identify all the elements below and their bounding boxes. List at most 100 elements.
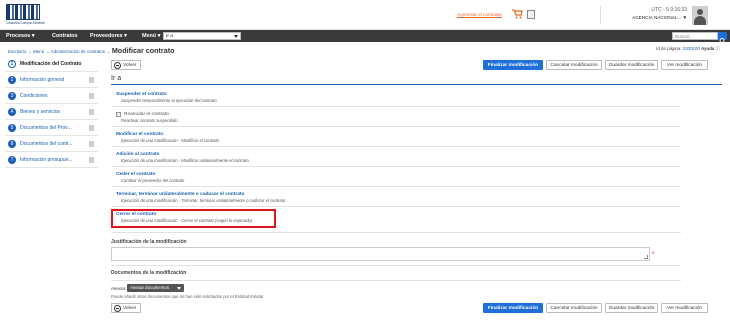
colombia-compra-logo[interactable]: Colombia Compra Eficiente: [6, 4, 45, 26]
steps-sidebar: 1 Modificación del Contrato 2 Información …: [6, 56, 98, 168]
option-terminar: Terminar, terminar unilateralmente o cad…: [116, 192, 676, 203]
lock-icon: [89, 77, 94, 83]
attach-documents-label: Anexar documentos: [130, 285, 170, 290]
page-id: Id de página: 2300100 Ayuda ⓘ: [600, 46, 720, 52]
option-suspender: Suspender el contrato Suspender temporal…: [116, 92, 676, 103]
breadcrumb-separator: →: [45, 49, 50, 54]
step-condiciones[interactable]: 3 Condiciones: [6, 88, 98, 104]
divider: [111, 146, 681, 147]
finish-modification-button-bottom[interactable]: Finalizar modificación: [483, 303, 543, 313]
utc-clock: UTC - 5 9:16:33: [651, 7, 687, 13]
step-bienes-servicios[interactable]: 4 Bienes y servicios: [6, 104, 98, 120]
nav-menu-label: Menú: [142, 33, 157, 39]
view-modification-button[interactable]: Ver modificación: [661, 60, 708, 70]
document-icon[interactable]: [527, 10, 535, 19]
lock-icon: [89, 125, 94, 131]
back-button[interactable]: Volver: [111, 60, 141, 70]
nav-contratos-label: Contratos: [52, 33, 78, 39]
avatar-head: [697, 9, 703, 15]
breadcrumb-admin[interactable]: Administración de contratos: [51, 49, 105, 54]
view-modification-button-bottom[interactable]: Ver modificación: [661, 303, 708, 313]
back-button-bottom[interactable]: Volver: [111, 303, 141, 313]
step-number: 6: [8, 140, 16, 148]
step-informacion-general[interactable]: 2 Información general: [6, 72, 98, 88]
divider: [111, 186, 681, 187]
header-divider: [600, 6, 601, 24]
nav-menu[interactable]: Menú ▾: [142, 30, 160, 42]
avatar-body: [694, 16, 706, 25]
option-ceder: Ceder el contrato Cambiar el proveedor d…: [116, 172, 676, 183]
step-label: Documentos del Prov...: [20, 125, 72, 131]
step-number: 2: [8, 76, 16, 84]
step-number: 7: [8, 156, 16, 164]
step-label: Condiciones: [20, 93, 48, 99]
attach-documents-button[interactable]: Anexar documentos: [127, 284, 184, 292]
option-title[interactable]: Ceder el contrato: [116, 172, 676, 177]
cancel-modification-button-bottom[interactable]: Cancelar modificación: [546, 303, 602, 313]
option-title[interactable]: Terminar, terminar unilateralmente o cad…: [116, 192, 676, 197]
option-description: Suspender temporalmente la ejecución del…: [121, 98, 217, 103]
option-adicion: Adición al contrato Ejecución de una mod…: [116, 152, 676, 163]
step-number: 1: [8, 60, 16, 68]
divider: [111, 280, 681, 281]
option-description: Ejecución de una modificación - Modifica…: [121, 158, 249, 163]
option-title[interactable]: Adición al contrato: [116, 152, 676, 157]
step-modificacion[interactable]: 1 Modificación del Contrato: [6, 56, 98, 72]
step-number: 3: [8, 92, 16, 100]
option-reanudar: Reanudar el contrato Reactivar contrato …: [116, 112, 676, 123]
agency-selector[interactable]: AGENCIA NACIONAL... ▼: [605, 15, 687, 20]
help-icon[interactable]: ⓘ: [716, 46, 720, 51]
step-label: Información general: [20, 77, 65, 83]
nav-proveedores[interactable]: Proveedores ▾: [90, 30, 127, 42]
lock-icon: [89, 109, 94, 115]
option-title[interactable]: Modificar el contrato: [116, 132, 676, 137]
section-divider: [111, 84, 722, 85]
page-id-label: Id de página:: [656, 46, 682, 51]
justification-textarea[interactable]: [111, 247, 650, 261]
option-modificar: Modificar el contrato Ejecución de una m…: [116, 132, 676, 143]
cancel-modification-button[interactable]: Cancelar modificación: [546, 60, 602, 70]
divider: [111, 126, 681, 127]
back-button-label: Volver: [123, 63, 137, 68]
search-button[interactable]: [718, 32, 727, 45]
step-informacion-presupuestal[interactable]: 7 Información presupue...: [6, 152, 98, 168]
save-modification-button[interactable]: Guardar modificación: [605, 60, 658, 70]
option-description: Reactivar contrato suspendido: [121, 118, 178, 123]
page-title: Modificar contrato: [111, 46, 175, 55]
top-header: Colombia Compra Eficiente Aumentar el co…: [0, 0, 730, 30]
step-label: Bienes y servicios: [20, 109, 61, 115]
goto-select[interactable]: Ir a: [163, 32, 241, 40]
resize-handle-icon[interactable]: [644, 255, 648, 259]
chevron-down-icon: [177, 287, 181, 290]
anexos-label: Anexos: [111, 286, 126, 291]
justification-label: Justificación de la modificación: [111, 239, 187, 245]
step-documentos-contrato[interactable]: 6 Documentos del contr...: [6, 136, 98, 152]
save-modification-button-bottom[interactable]: Guardar modificación: [605, 303, 658, 313]
back-arrow-icon: [114, 305, 121, 312]
cart-icon[interactable]: [512, 9, 523, 19]
breadcrumb-escritorio[interactable]: Escritorio: [8, 49, 26, 54]
step-label: Información presupue...: [20, 157, 73, 163]
nav-proveedores-label: Proveedores: [90, 33, 123, 39]
nav-procesos[interactable]: Procesos ▾: [6, 30, 35, 42]
step-number: 5: [8, 124, 16, 132]
main-nav: Procesos ▾ Contratos Proveedores ▾ Menú …: [0, 30, 730, 45]
help-link[interactable]: Ayuda: [701, 46, 714, 51]
breadcrumb-menu[interactable]: Menú: [33, 49, 44, 54]
avatar[interactable]: [692, 6, 708, 25]
search-input[interactable]: Buscar...: [672, 32, 718, 40]
contrast-link[interactable]: Aumentar el contraste: [457, 12, 502, 17]
nav-contratos[interactable]: Contratos: [52, 30, 77, 42]
step-documentos-proveedor[interactable]: 5 Documentos del Prov...: [6, 120, 98, 136]
documents-note: Puede añadir otros documentos que no han…: [111, 294, 264, 299]
option-title[interactable]: Suspender el contrato: [116, 92, 676, 97]
divider: [111, 106, 681, 107]
goto-select-value: Ir a: [166, 34, 173, 39]
logo-text: Colombia Compra Eficiente: [6, 21, 45, 25]
finish-modification-button[interactable]: Finalizar modificación: [483, 60, 543, 70]
back-button-label: Volver: [123, 306, 137, 311]
breadcrumb-separator: →: [106, 49, 111, 54]
divider: [111, 166, 681, 167]
back-arrow-icon: [114, 62, 121, 69]
section-title: Ir a: [111, 75, 122, 82]
